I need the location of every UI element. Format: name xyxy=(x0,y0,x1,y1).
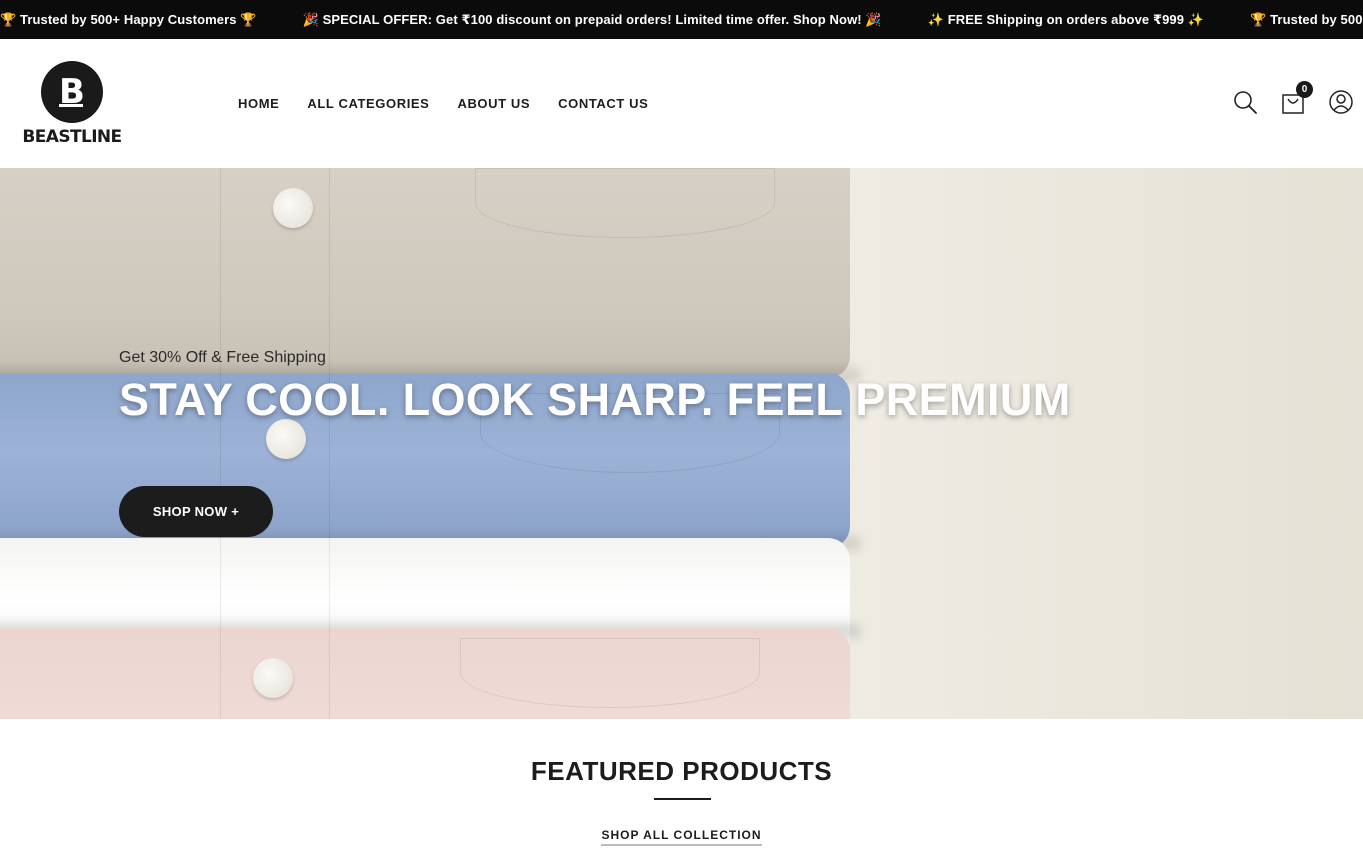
nav-item-contact-us[interactable]: CONTACT US xyxy=(558,96,648,111)
site-header: B BEASTLINE HOME ALL CATEGORIES ABOUT US… xyxy=(0,39,1363,168)
hero-title: STAY COOL. LOOK SHARP. FEEL PREMIUM xyxy=(119,374,1071,425)
announcement-message: ✨ FREE Shipping on orders above ₹999 ✨ xyxy=(927,11,1205,27)
shopping-bag-icon[interactable]: 0 xyxy=(1278,81,1313,117)
heading-divider xyxy=(654,798,711,800)
shop-now-button[interactable]: SHOP NOW + xyxy=(119,486,273,537)
cart-count-badge: 0 xyxy=(1296,81,1313,98)
announcement-message: 🏆 Trusted by 500+ Happy Customers 🏆 xyxy=(1250,11,1363,27)
search-icon[interactable] xyxy=(1230,87,1260,117)
hero-image-shirt xyxy=(0,628,850,719)
shop-all-wrapper: SHOP ALL COLLECTION xyxy=(0,826,1363,846)
hero-image-shirt xyxy=(0,168,850,378)
main-nav: HOME ALL CATEGORIES ABOUT US CONTACT US xyxy=(238,96,648,111)
logo-mark: B xyxy=(41,61,103,123)
announcement-marquee: 🏆 Trusted by 500+ Happy Customers 🏆 🎉 SP… xyxy=(0,0,1363,39)
announcement-message: 🎉 SPECIAL OFFER: Get ₹100 discount on pr… xyxy=(302,11,882,27)
shop-all-collection-link[interactable]: SHOP ALL COLLECTION xyxy=(601,828,762,846)
hero-subtitle: Get 30% Off & Free Shipping xyxy=(119,349,326,366)
brand-name: BEASTLINE xyxy=(22,127,122,147)
user-icon[interactable] xyxy=(1326,87,1356,117)
nav-item-home[interactable]: HOME xyxy=(238,96,279,111)
featured-products-heading: FEATURED PRODUCTS xyxy=(530,756,833,786)
hero-banner: Get 30% Off & Free Shipping STAY COOL. L… xyxy=(0,168,1363,719)
nav-item-about-us[interactable]: ABOUT US xyxy=(457,96,530,111)
announcement-message: 🏆 Trusted by 500+ Happy Customers 🏆 xyxy=(0,11,257,27)
nav-item-all-categories[interactable]: ALL CATEGORIES xyxy=(307,96,429,111)
announcement-bar: 🏆 Trusted by 500+ Happy Customers 🏆 🎉 SP… xyxy=(0,0,1363,39)
brand-logo[interactable]: B BEASTLINE xyxy=(16,61,128,153)
